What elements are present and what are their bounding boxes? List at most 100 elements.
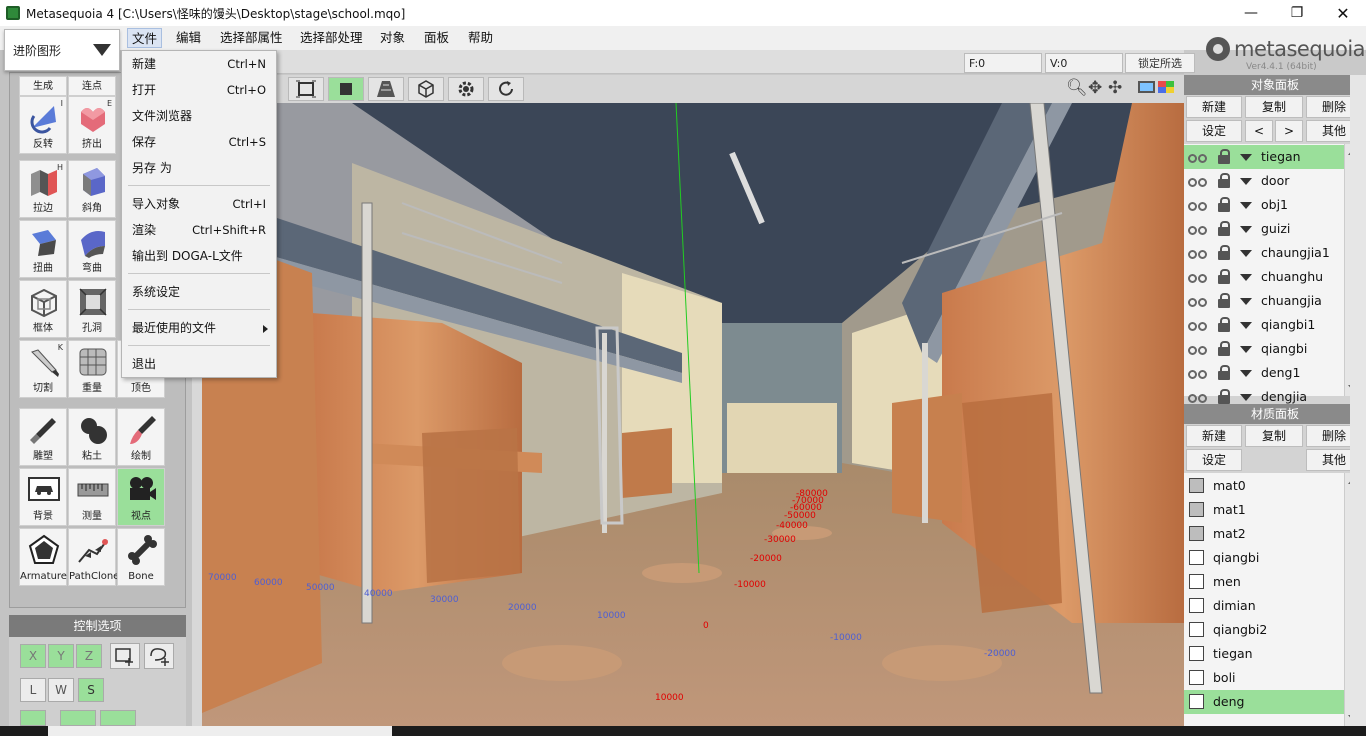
select-lasso-add-icon[interactable] <box>144 643 174 669</box>
visibility-eye-icon[interactable] <box>1188 224 1210 235</box>
menu-help[interactable]: 帮助 <box>464 28 497 48</box>
axis-x-toggle[interactable]: X <box>20 644 46 668</box>
tool-background[interactable]: 背景 <box>19 468 67 526</box>
object-settings-button[interactable]: 设定 <box>1186 120 1242 142</box>
mode-select[interactable]: 进阶图形 <box>4 29 120 71</box>
expand-triangle-icon[interactable] <box>1240 178 1252 185</box>
lock-icon[interactable] <box>1218 197 1230 212</box>
minimize-button[interactable]: — <box>1228 0 1274 26</box>
file-render[interactable]: 渲染 Ctrl+Shift+R <box>122 219 276 241</box>
maximize-button[interactable]: ❐ <box>1274 0 1320 26</box>
tool-knife[interactable]: K 切割 <box>19 340 67 398</box>
visibility-eye-icon[interactable] <box>1188 392 1210 403</box>
3d-viewport[interactable]: -80000 -70000 -60000 -50000 -40000 -3000… <box>202 103 1184 726</box>
menu-selection-attribute[interactable]: 选择部属性 <box>216 28 287 48</box>
lock-icon[interactable] <box>1218 245 1230 260</box>
tool-generate[interactable]: 生成 <box>19 76 67 96</box>
expand-triangle-icon[interactable] <box>1240 346 1252 353</box>
lock-icon[interactable] <box>1218 221 1230 236</box>
material-row[interactable]: qiangbi2 <box>1184 618 1344 642</box>
menu-selection-process[interactable]: 选择部处理 <box>296 28 367 48</box>
expand-triangle-icon[interactable] <box>1240 370 1252 377</box>
material-row[interactable]: mat2 <box>1184 522 1344 546</box>
material-new-button[interactable]: 新建 <box>1186 425 1242 447</box>
object-row[interactable]: chuanghu <box>1184 265 1344 289</box>
file-browser[interactable]: 文件浏览器 <box>122 105 276 127</box>
file-exit[interactable]: 退出 <box>122 353 276 375</box>
expand-triangle-icon[interactable] <box>1240 154 1252 161</box>
tool-bone[interactable]: Bone <box>117 528 165 586</box>
expand-triangle-icon[interactable] <box>1240 226 1252 233</box>
lock-icon[interactable] <box>1218 341 1230 356</box>
lock-icon[interactable] <box>1218 389 1230 404</box>
visibility-eye-icon[interactable] <box>1188 272 1210 283</box>
local-space-toggle[interactable]: L <box>20 678 46 702</box>
menu-panel[interactable]: 面板 <box>420 28 453 48</box>
tool-paint[interactable]: 绘制 <box>117 408 165 466</box>
tool-bend[interactable]: 弯曲 <box>68 220 116 278</box>
view-box-button[interactable] <box>408 77 444 101</box>
material-settings-button[interactable]: 设定 <box>1186 449 1242 471</box>
tool-pathclone[interactable]: PathClone <box>68 528 119 586</box>
object-row[interactable]: obj1 <box>1184 193 1344 217</box>
move-view-icon[interactable]: ✥ <box>1088 78 1102 98</box>
tool-viewpoint[interactable]: 视点 <box>117 468 165 526</box>
zoom-icon[interactable]: 🔍︎ <box>1066 78 1088 98</box>
expand-triangle-icon[interactable] <box>1240 202 1252 209</box>
tool-weight[interactable]: 重量 <box>68 340 116 398</box>
object-next-button[interactable]: > <box>1275 120 1303 142</box>
menu-file[interactable]: 文件 <box>127 28 163 48</box>
material-row[interactable]: men <box>1184 570 1344 594</box>
object-new-button[interactable]: 新建 <box>1186 96 1242 118</box>
lock-icon[interactable] <box>1218 293 1230 308</box>
object-row[interactable]: qiangbi1 <box>1184 313 1344 337</box>
object-row[interactable]: chuangjia <box>1184 289 1344 313</box>
file-import-object[interactable]: 导入对象 Ctrl+I <box>122 193 276 215</box>
expand-triangle-icon[interactable] <box>1240 274 1252 281</box>
expand-triangle-icon[interactable] <box>1240 298 1252 305</box>
tool-flip[interactable]: I 反转 <box>19 96 67 154</box>
expand-triangle-icon[interactable] <box>1240 322 1252 329</box>
visibility-eye-icon[interactable] <box>1188 368 1210 379</box>
select-point-mode[interactable] <box>20 710 46 726</box>
view-perspective-button[interactable] <box>368 77 404 101</box>
visibility-eye-icon[interactable] <box>1188 320 1210 331</box>
lock-icon[interactable] <box>1218 317 1230 332</box>
tool-clay[interactable]: 粘土 <box>68 408 116 466</box>
material-copy-button[interactable]: 复制 <box>1245 425 1303 447</box>
select-rect-add-icon[interactable] <box>110 643 140 669</box>
object-row[interactable]: qiangbi <box>1184 337 1344 361</box>
file-recent-files[interactable]: 最近使用的文件 <box>122 317 276 339</box>
visibility-eye-icon[interactable] <box>1188 248 1210 259</box>
lock-icon[interactable] <box>1218 269 1230 284</box>
menu-edit[interactable]: 编辑 <box>172 28 205 48</box>
view-frame-button[interactable] <box>288 77 324 101</box>
object-row[interactable]: chaungjia1 <box>1184 241 1344 265</box>
rotate-view-icon[interactable]: ✣ <box>1108 78 1122 98</box>
tool-frame[interactable]: 框体 <box>19 280 67 338</box>
axis-z-toggle[interactable]: Z <box>76 644 102 668</box>
lock-selection-button[interactable]: 锁定所选 <box>1125 53 1195 73</box>
visibility-eye-icon[interactable] <box>1188 152 1210 163</box>
tool-measure[interactable]: 测量 <box>68 468 116 526</box>
select-line-mode[interactable] <box>60 710 96 726</box>
visibility-eye-icon[interactable] <box>1188 296 1210 307</box>
material-row[interactable]: boli <box>1184 666 1344 690</box>
lock-icon[interactable] <box>1218 173 1230 188</box>
object-row[interactable]: door <box>1184 169 1344 193</box>
file-system-settings[interactable]: 系统设定 <box>122 281 276 303</box>
world-space-toggle[interactable]: W <box>48 678 74 702</box>
material-row[interactable]: mat0 <box>1184 474 1344 498</box>
visibility-eye-icon[interactable] <box>1188 344 1210 355</box>
material-row[interactable]: qiangbi <box>1184 546 1344 570</box>
close-window-button[interactable]: ✕ <box>1320 0 1366 26</box>
material-row[interactable]: dimian <box>1184 594 1344 618</box>
view-solid-button[interactable] <box>328 77 364 101</box>
file-new[interactable]: 新建 Ctrl+N <box>122 53 276 75</box>
view-settings-button[interactable] <box>448 77 484 101</box>
tool-connect[interactable]: 连点 <box>68 76 116 96</box>
tool-extrude[interactable]: E 挤出 <box>68 96 116 154</box>
tool-edge-pull[interactable]: H 拉边 <box>19 160 67 218</box>
axis-y-toggle[interactable]: Y <box>48 644 74 668</box>
tool-twist[interactable]: 扭曲 <box>19 220 67 278</box>
